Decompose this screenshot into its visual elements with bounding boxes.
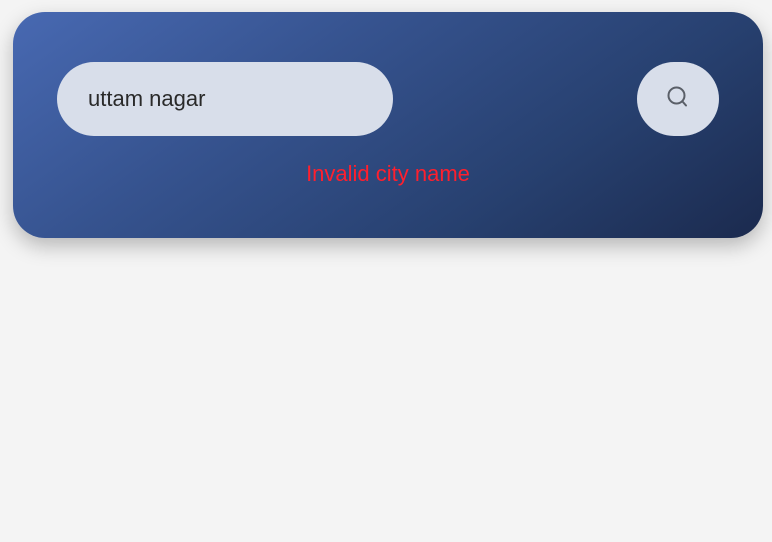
search-icon: [666, 85, 690, 114]
weather-search-card: Invalid city name: [13, 12, 763, 238]
city-search-input[interactable]: [57, 62, 393, 136]
search-button[interactable]: [637, 62, 719, 136]
error-message: Invalid city name: [306, 161, 470, 186]
